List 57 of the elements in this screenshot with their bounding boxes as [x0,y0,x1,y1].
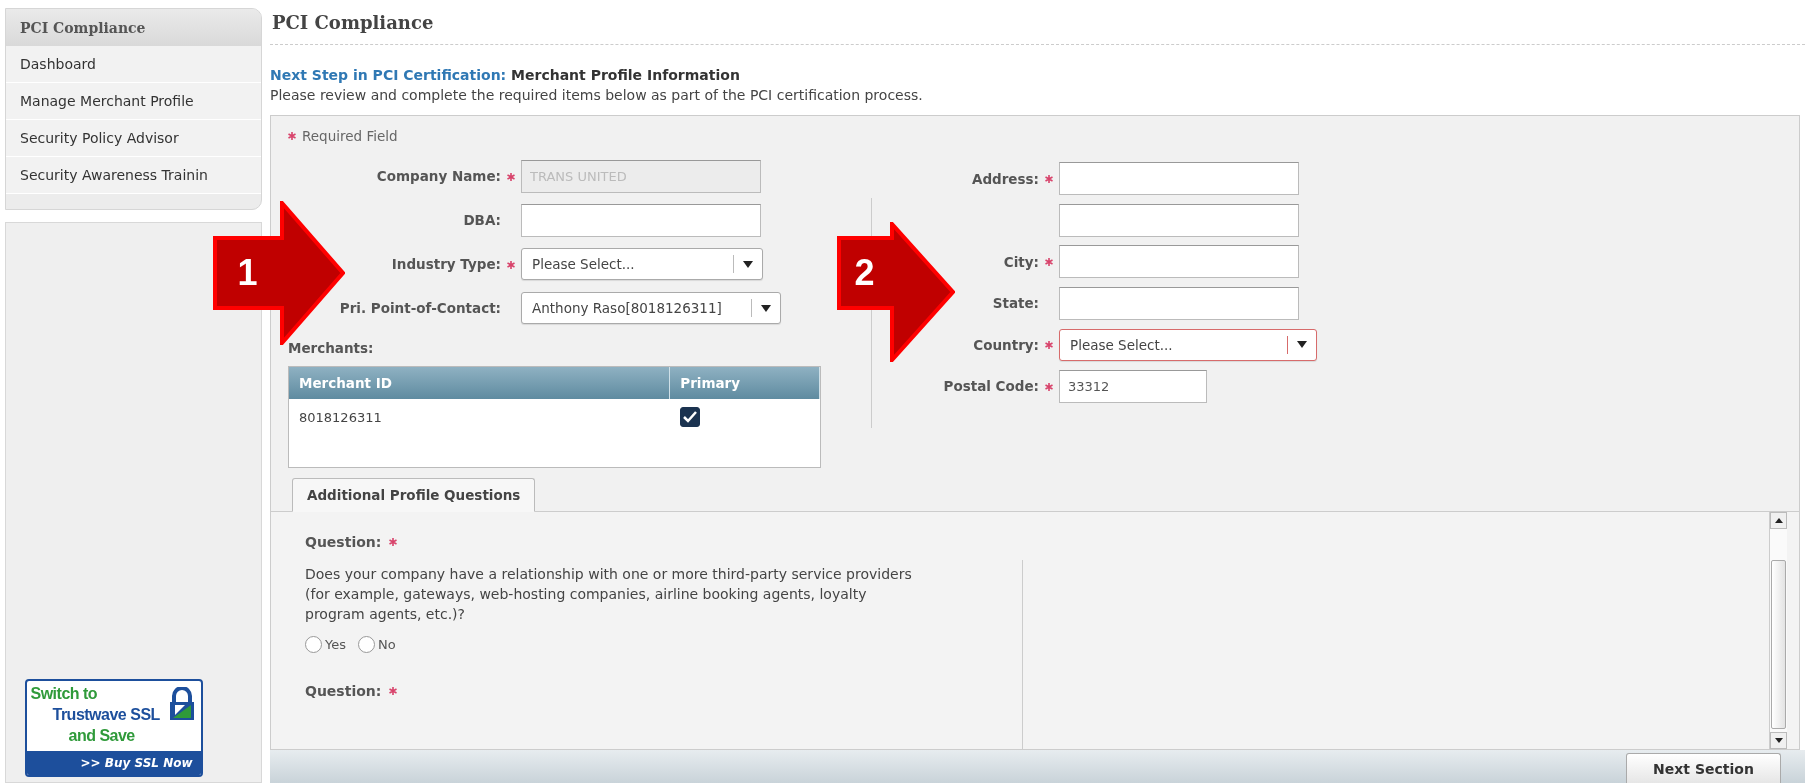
question-text: Does your company have a relationship with one or more third-party service providers (for example, gateways, web-hosting companies, airline booking agents, loyalty program agents, etc.)? [305,565,913,624]
sidebar-item[interactable]: Security Policy Advisor [6,120,261,157]
buy-ssl-link[interactable]: >> Buy SSL Now [26,751,201,775]
field-label: Address: [970,170,1039,187]
caret-down-icon [1774,738,1783,743]
required-icon [288,132,296,140]
next-step-text: Next Step in PCI Certification: Merchant Profile Information [270,67,741,83]
sidebar-item[interactable]: Security Awareness Trainin [6,157,261,194]
sidebar-item[interactable]: Manage Merchant Profile [6,83,261,120]
radio-option[interactable]: No [358,636,396,653]
merchants-label: Merchants: [288,339,375,358]
table-cell-text: 8018126311 [298,409,383,425]
checkbox[interactable] [680,407,701,427]
select-field[interactable]: Please Select... [521,248,763,280]
padlock-icon [168,687,195,721]
field-label: DBA: [462,212,501,228]
caret-up-icon [1774,518,1783,523]
column-header: Primary [670,367,820,399]
sidebar-title: PCI Compliance [6,9,261,46]
scroll-down-button[interactable] [1770,732,1787,749]
radio-option[interactable]: Yes [305,636,346,653]
step-number: 2 [853,251,876,295]
select-field[interactable]: Please Select... [1059,328,1317,361]
required-note: Required Field [302,128,398,144]
field-label: City: [1002,253,1039,270]
next-section-button[interactable]: Next Section [1626,753,1781,783]
caret-icon [1297,341,1307,349]
text-field[interactable]: 33312 [1059,369,1207,403]
column-header: Merchant ID [289,367,671,399]
sidebar-item[interactable]: Dashboard [6,46,261,83]
banner-text: Switch to [30,684,99,704]
select-field[interactable]: Anthony Raso[8018126311] [521,292,781,324]
field-label: Country: [972,336,1039,353]
field-label: Industry Type: [390,256,501,272]
field-label: Company Name: [375,168,501,184]
page-title: PCI Compliance [270,0,1805,45]
tab[interactable]: Additional Profile Questions [292,478,536,512]
step-number: 1 [236,251,259,295]
text-field[interactable] [1059,203,1299,237]
scrollbar[interactable] [1769,512,1787,749]
text-field[interactable] [1059,286,1299,320]
field-label: Pri. Point-of-Contact: [338,300,501,316]
text-field[interactable] [1059,162,1299,196]
question-label: Question: [305,534,382,550]
caret-icon [743,260,753,268]
scroll-up-button[interactable] [1770,512,1787,529]
text-field[interactable] [1059,245,1299,279]
scroll-thumb[interactable] [1771,560,1786,729]
text-field[interactable] [521,203,761,237]
field-label: Postal Code: [942,378,1039,395]
caret-icon [761,304,771,312]
question-label: Question: [305,683,382,699]
banner-text: and Save [67,726,136,746]
ssl-banner[interactable]: Switch to Trustwave SSL and Save >> Buy SSL Now [24,679,203,777]
description-text: Please review and complete the required items below as part of the PCI certification process. [270,87,924,103]
banner-text: Trustwave SSL [51,705,161,725]
field-label: State: [991,295,1039,312]
